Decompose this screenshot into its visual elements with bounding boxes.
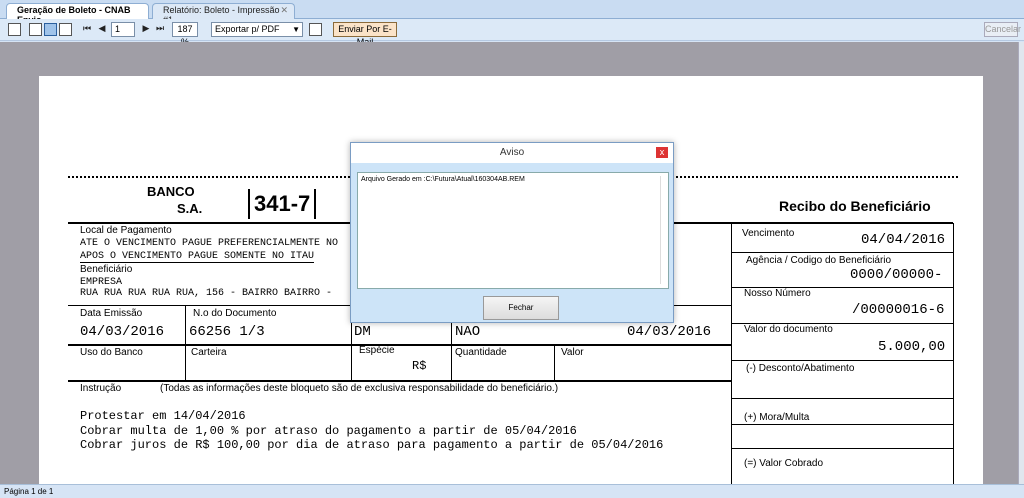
single-page-icon[interactable]: [29, 23, 42, 36]
divider: [731, 424, 953, 425]
cancel-button[interactable]: Cancelar: [984, 22, 1021, 37]
vencimento-label: Vencimento: [742, 228, 795, 239]
instrucao-nota: (Todas as informações deste bloqueto são…: [160, 383, 559, 394]
send-email-button[interactable]: Enviar Por E-Mail: [333, 22, 397, 47]
last-page-icon[interactable]: ⏭: [155, 22, 165, 37]
valor-cobrado-label: (=) Valor Cobrado: [744, 458, 824, 469]
close-icon[interactable]: x: [656, 147, 668, 158]
beneficiario-label: Beneficiário: [80, 264, 133, 275]
divider: [68, 380, 731, 382]
dialog-title: Aviso: [351, 143, 673, 163]
mora-label: (+) Mora/Multa: [744, 412, 810, 423]
valor-documento-value: 5.000,00: [878, 339, 946, 355]
print-icon[interactable]: [8, 23, 21, 36]
export-icon[interactable]: [309, 23, 322, 36]
numero-documento-label: N.o do Documento: [193, 308, 277, 319]
instrucao-label: Instrução: [80, 383, 122, 394]
divider: [731, 223, 732, 484]
local-pagamento-text: ATE O VENCIMENTO PAGUE PREFERENCIALMENTE…: [80, 238, 339, 249]
tab-bar: Geração de Boleto - CNAB Envio Relatório…: [0, 0, 1024, 25]
close-button[interactable]: Fechar: [483, 296, 559, 320]
vencimento-value: 04/04/2016: [861, 232, 946, 248]
dialog-scrollbar[interactable]: [660, 176, 666, 284]
uso-banco-label: Uso do Banco: [80, 347, 143, 358]
tab-close-icon[interactable]: ✕: [280, 5, 288, 16]
nosso-numero-label: Nosso Número: [744, 288, 811, 299]
carteira-label: Carteira: [191, 347, 227, 358]
divider: [731, 360, 953, 361]
dialog-message: Arquivo Gerado em :C:\Futura\Atual\16030…: [361, 176, 525, 183]
vertical-scrollbar[interactable]: [1018, 42, 1024, 484]
beneficiario-endereco: RUA RUA RUA RUA RUA, 156 - BAIRRO BAIRRO…: [80, 288, 333, 299]
desconto-label: (-) Desconto/Abatimento: [746, 363, 855, 374]
instrucao-linha: Cobrar multa de 1,00 % por atraso do pag…: [80, 424, 577, 438]
export-select-value: Exportar p/ PDF: [215, 24, 280, 34]
receipt-title: Recibo do Beneficiário: [779, 198, 931, 214]
especie-documento-value: DM: [354, 324, 371, 340]
bank-code: 341-7: [248, 189, 317, 219]
first-page-icon[interactable]: ⏮: [82, 22, 92, 37]
tab-geracao-boleto[interactable]: Geração de Boleto - CNAB Envio: [6, 3, 149, 25]
data-emissao-label: Data Emissão: [80, 308, 143, 319]
alert-dialog: Aviso x Arquivo Gerado em :C:\Futura\Atu…: [350, 142, 674, 323]
export-select[interactable]: Exportar p/ PDF ▼: [211, 22, 303, 37]
aceite-value: NAO: [455, 324, 481, 340]
tab-relatorio-boleto[interactable]: Relatório: Boleto - Impressão #1✕: [152, 3, 295, 25]
page-status: Página 1 de 1: [4, 487, 54, 496]
especie-label: Espécie: [359, 345, 395, 356]
status-bar: Página 1 de 1: [0, 484, 1024, 498]
data-processamento-value: 04/03/2016: [627, 324, 712, 340]
divider: [731, 252, 953, 253]
agencia-label: Agência / Codigo do Beneficiário: [746, 255, 892, 266]
beneficiario-nome: EMPRESA: [80, 277, 123, 288]
thumbnails-icon[interactable]: [59, 23, 72, 36]
data-emissao-value: 04/03/2016: [80, 324, 165, 340]
nosso-numero-value: /00000016-6: [852, 302, 945, 318]
valor-documento-label: Valor do documento: [744, 324, 833, 335]
instrucao-linha: Protestar em 14/04/2016: [80, 409, 246, 423]
valor-label: Valor: [561, 347, 584, 358]
prev-page-icon[interactable]: ◀: [97, 22, 107, 37]
divider: [731, 448, 953, 449]
agencia-value: 0000/00000-: [850, 267, 943, 283]
bank-name: BANCO: [147, 184, 195, 199]
toolbar: ⏮ ◀ 1 ▶ ⏭ 187 % Exportar p/ PDF ▼ Enviar …: [0, 19, 1024, 47]
page-number-input[interactable]: 1: [111, 22, 135, 37]
instrucao-linha: Cobrar juros de R$ 100,00 por dia de atr…: [80, 438, 664, 452]
local-pagamento-label: Local de Pagamento: [80, 225, 172, 236]
divider: [185, 305, 186, 380]
divider: [554, 344, 555, 380]
bank-name-suffix: S.A.: [177, 201, 203, 216]
quantidade-label: Quantidade: [455, 347, 507, 358]
numero-documento-value: 66256 1/3: [189, 324, 265, 340]
continuous-page-icon[interactable]: [44, 23, 57, 36]
local-pagamento-text: APOS O VENCIMENTO PAGUE SOMENTE NO ITAU: [80, 251, 315, 263]
dialog-message-box: Arquivo Gerado em :C:\Futura\Atual\16030…: [357, 172, 669, 289]
chevron-down-icon: ▼: [292, 25, 300, 34]
next-page-icon[interactable]: ▶: [141, 22, 151, 37]
especie-value: R$: [412, 359, 427, 373]
divider: [953, 223, 954, 484]
divider: [731, 398, 953, 399]
divider: [68, 344, 731, 346]
zoom-field[interactable]: 187 %: [172, 22, 198, 47]
